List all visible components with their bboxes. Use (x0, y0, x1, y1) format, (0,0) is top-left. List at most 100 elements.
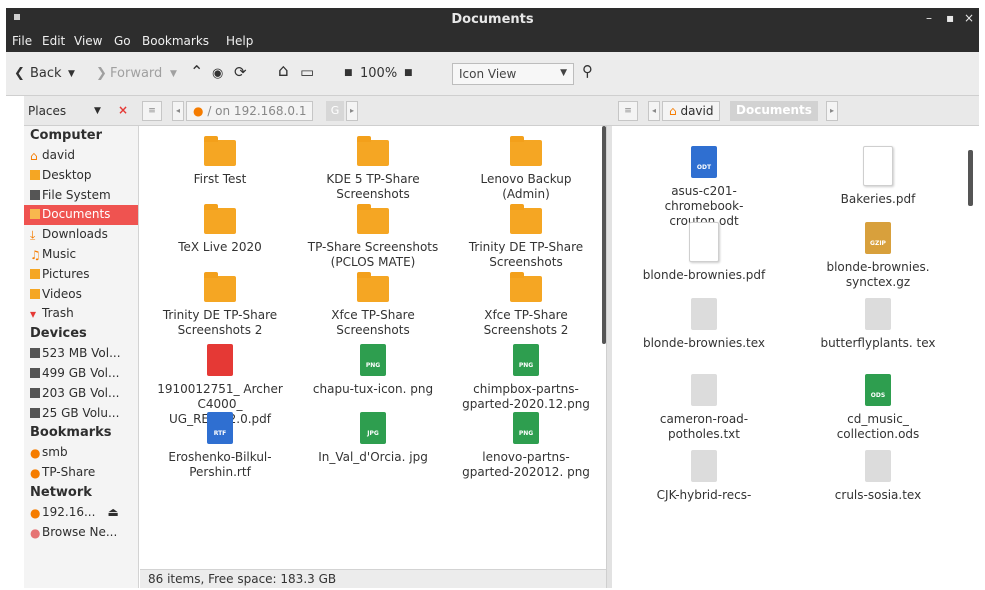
folder-item[interactable]: Xfce TP-Share Screenshots 2 (460, 272, 592, 338)
file-item[interactable]: RTF Eroshenko-Bilkul-Pershin.rtf (154, 412, 286, 480)
file-item[interactable]: ODT asus-c201-chromebook-crouton.odt (638, 146, 770, 229)
folder-item[interactable]: TeX Live 2020 (154, 204, 286, 255)
folder-item[interactable]: Trinity DE TP-Share Screenshots (460, 204, 592, 270)
folder-item[interactable]: Trinity DE TP-Share Screenshots 2 (154, 272, 286, 338)
sidebar-item-browse-network[interactable]: ● Browse Ne... (24, 523, 138, 543)
file-item[interactable]: cruls-sosia.tex (812, 450, 944, 503)
sidebar-item-trash[interactable]: ▾ Trash (24, 304, 138, 324)
zoom-out-icon[interactable]: ■ (344, 68, 353, 78)
file-type-tag: GZIP (870, 240, 886, 247)
file-item[interactable]: blonde-brownies.pdf (638, 222, 770, 283)
search-icon[interactable]: ⚲ (582, 62, 593, 80)
ods-file-icon: ODS (865, 374, 891, 406)
folder-item[interactable]: Xfce TP-Share Screenshots (307, 272, 439, 338)
places-select[interactable]: Places (28, 104, 66, 118)
menu-go[interactable]: Go (114, 34, 131, 48)
file-type-tag: ODS (870, 392, 886, 399)
forward-button[interactable]: Forward (110, 66, 162, 81)
sidebar-item-pictures[interactable]: Pictures (24, 265, 138, 285)
file-item[interactable]: blonde-brownies.tex (638, 298, 770, 351)
sidebar-item-device[interactable]: 203 GB Vol... (24, 384, 138, 404)
file-item[interactable]: PNG lenovo-partns-gparted-202012. png (460, 412, 592, 480)
menu-edit[interactable]: Edit (42, 34, 65, 48)
path-location-button[interactable]: ● / on 192.168.0.1 (186, 101, 314, 121)
minimize-icon[interactable]: – (926, 11, 932, 25)
folder-item[interactable]: Lenovo Backup (Admin) (460, 136, 592, 202)
trash-icon: ▾ (30, 307, 37, 322)
back-icon[interactable]: ❮ (14, 66, 25, 81)
folder-item[interactable]: First Test (154, 136, 286, 187)
file-item[interactable]: butterflyplants. tex (812, 298, 944, 351)
sidebar-item-file-system[interactable]: File System (24, 186, 138, 206)
sidebar-item-david[interactable]: ⌂ david (24, 146, 138, 166)
zoom-in-icon[interactable]: ■ (404, 68, 413, 78)
item-label: TP-Share Screenshots (PCLOS MATE) (307, 240, 439, 269)
file-item[interactable]: Bakeries.pdf (812, 146, 944, 207)
path-left-arrow-icon[interactable]: ◂ (648, 101, 660, 121)
gz-file-icon: GZIP (865, 222, 891, 254)
file-item[interactable]: PNG chimpbox-partns-gparted-2020.12.png (460, 344, 592, 412)
toggle-location-icon[interactable]: ≡ (142, 101, 162, 121)
sidebar-item-device[interactable]: 25 GB Volu... (24, 404, 138, 424)
up-icon[interactable]: ⌃ (190, 62, 203, 81)
item-label: Lenovo Backup (Admin) (480, 172, 572, 201)
menu-bookmarks[interactable]: Bookmarks (142, 34, 209, 48)
forward-icon[interactable]: ❯ (96, 66, 107, 81)
folder-item[interactable]: TP-Share Screenshots (PCLOS MATE) (307, 204, 439, 270)
left-file-pane: First Test KDE 5 TP-Share Screenshots Leno… (140, 126, 602, 569)
path-home-label: david (680, 104, 714, 118)
path-right-arrow-icon[interactable]: ▸ (346, 101, 358, 121)
menu-file[interactable]: File (12, 34, 32, 48)
item-label: Bakeries.pdf (840, 192, 916, 206)
maximize-icon[interactable]: ▪ (946, 11, 954, 25)
file-item[interactable]: cameron-road-potholes.txt (638, 374, 770, 442)
file-item[interactable]: PNG chapu-tux-icon. png (307, 344, 439, 397)
item-label: cruls-sosia.tex (834, 488, 922, 502)
forward-dropdown-icon[interactable]: ▼ (170, 69, 177, 79)
sidebar-item-desktop[interactable]: Desktop (24, 166, 138, 186)
folder-icon (357, 136, 389, 166)
left-path-bar: Places ▼ × ≡ ◂ ● / on 192.168.0.1 G ▸ (24, 96, 610, 126)
back-dropdown-icon[interactable]: ▼ (68, 69, 75, 79)
places-dropdown-icon[interactable]: ▼ (94, 106, 101, 116)
view-mode-select[interactable]: Icon View ▼ (452, 63, 574, 85)
item-label: butterflyplants. tex (820, 336, 936, 350)
item-label: chapu-tux-icon. png (312, 382, 434, 396)
file-item[interactable]: GZIP blonde-brownies. synctex.gz (812, 222, 944, 290)
toggle-location-icon[interactable]: ≡ (618, 101, 638, 121)
sidebar-item-device[interactable]: 499 GB Vol... (24, 364, 138, 384)
sidebar-item-smb[interactable]: ● smb (24, 443, 138, 463)
sidebar-item-tp-share[interactable]: ● TP-Share (24, 463, 138, 483)
path-current-button[interactable]: Documents (730, 101, 818, 121)
computer-icon[interactable]: ▭ (300, 63, 314, 81)
file-item[interactable]: CJK-hybrid-recs- (638, 450, 770, 503)
path-home-button[interactable]: ⌂ david (662, 101, 721, 121)
folder-item[interactable]: KDE 5 TP-Share Screenshots (307, 136, 439, 202)
close-sidebar-icon[interactable]: × (118, 103, 128, 117)
sidebar-item-network-host[interactable]: ● 192.16... ⏏ (24, 503, 138, 523)
stop-icon[interactable]: ◉ (212, 66, 223, 81)
folder-icon (510, 136, 542, 166)
network-icon: ● (30, 505, 41, 520)
right-scrollbar[interactable] (968, 150, 973, 206)
path-left-arrow-icon[interactable]: ◂ (172, 101, 184, 121)
home-icon[interactable]: ⌂ (278, 61, 289, 81)
close-icon[interactable]: × (964, 11, 974, 25)
sidebar-item-device[interactable]: 523 MB Vol... (24, 344, 138, 364)
path-right-arrow-icon[interactable]: ▸ (826, 101, 838, 121)
eject-icon[interactable]: ⏏ (107, 505, 118, 519)
pictures-icon (30, 268, 40, 279)
file-item[interactable]: ODS cd_music_ collection.ods (812, 374, 944, 442)
sidebar-item-documents[interactable]: Documents (24, 205, 138, 226)
file-item[interactable]: JPG In_Val_d'Orcia. jpg (307, 412, 439, 465)
path-segment-button[interactable]: G (326, 101, 344, 121)
drive-icon (30, 367, 40, 378)
menu-help[interactable]: Help (226, 34, 253, 48)
sidebar-item-downloads[interactable]: ⤓ Downloads (24, 225, 138, 245)
folder-icon (30, 209, 40, 220)
sidebar-item-videos[interactable]: Videos (24, 285, 138, 305)
menu-view[interactable]: View (74, 34, 102, 48)
sidebar-item-music[interactable]: ♫Music (24, 245, 138, 265)
back-button[interactable]: Back (30, 66, 62, 81)
reload-icon[interactable]: ⟳ (234, 63, 247, 81)
